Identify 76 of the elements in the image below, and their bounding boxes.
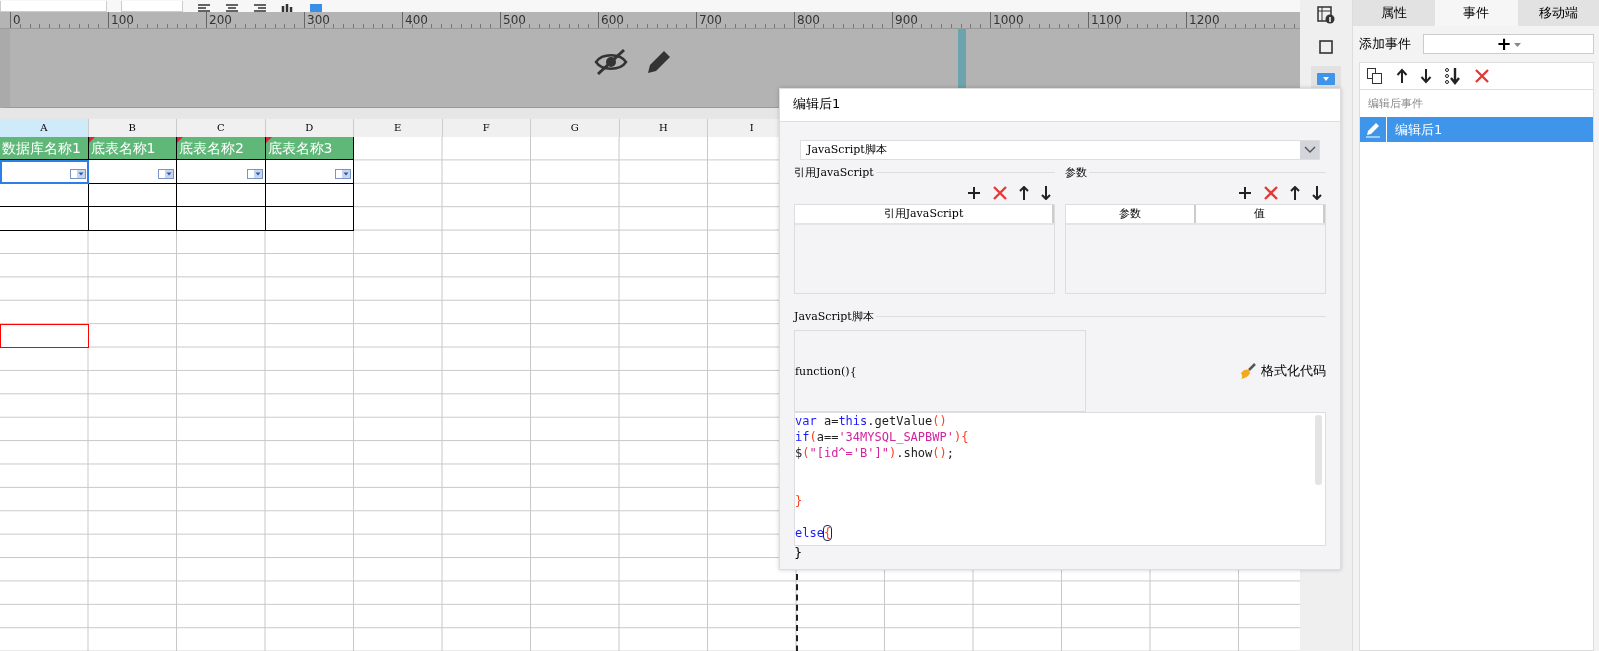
pencil-icon (1365, 121, 1381, 138)
align-left-icon[interactable] (197, 4, 211, 12)
dialog-title: 编辑后1 (780, 89, 1340, 122)
combo-cell[interactable] (88, 160, 177, 184)
section-title: 参数 (1065, 164, 1087, 180)
delete-icon[interactable] (1264, 186, 1278, 200)
align-center-icon[interactable] (225, 4, 239, 12)
add-event-button[interactable]: + (1423, 34, 1594, 54)
ruler-label: 1200 (1186, 12, 1284, 28)
align-right-icon[interactable] (253, 4, 267, 12)
down-arrow-icon[interactable] (1312, 186, 1322, 200)
code-line: var a=this.getValue() (795, 414, 947, 428)
panel-tab[interactable]: 事件 (1435, 0, 1518, 26)
column-header: 值 (1195, 205, 1325, 223)
event-group-label: 编辑后事件 (1367, 96, 1424, 112)
section-title: JavaScript脚本 (794, 308, 874, 324)
move-bottom-icon[interactable] (1444, 67, 1462, 85)
caret-icon (1513, 43, 1521, 47)
scrollbar[interactable] (1315, 415, 1322, 485)
up-arrow-icon[interactable] (1290, 186, 1300, 200)
ruler-label: 700 (696, 12, 794, 28)
code-line: if(a=='34MYSQL_SAPBWP'){ (795, 430, 969, 444)
dropdown-icon (158, 168, 174, 179)
code-line: else{ (795, 526, 832, 540)
square-icon (1317, 38, 1335, 56)
panel-tab[interactable]: 属性 (1353, 0, 1436, 26)
ruler-label: 100 (108, 12, 206, 28)
dropdown-icon (1317, 73, 1335, 85)
add-event-label: 添加事件 (1359, 35, 1411, 53)
table-cell: 底表名称2 (177, 137, 266, 161)
ruler-label: 300 (304, 12, 402, 28)
combo-cell[interactable] (265, 160, 354, 184)
up-arrow-icon[interactable] (1019, 186, 1029, 200)
code-line: } (795, 494, 803, 508)
ruler-label: 600 (598, 12, 696, 28)
ruler-label: 500 (500, 12, 598, 28)
column-header: 引用JavaScript (795, 205, 1054, 223)
delete-icon[interactable] (993, 186, 1007, 200)
table-cell: 数据库名称1 (0, 137, 89, 161)
add-icon[interactable] (1238, 186, 1252, 200)
section-title: 引用JavaScript (794, 164, 874, 180)
dropdown-icon (69, 168, 86, 179)
table-cell: 底表名称3 (265, 137, 354, 161)
combo-cell[interactable] (177, 160, 266, 184)
column-header: 参数 (1066, 205, 1196, 223)
ruler-label: 200 (206, 12, 304, 28)
broom-icon (1239, 362, 1257, 380)
function-header: function(){ (795, 364, 857, 378)
dropdown-icon (246, 168, 263, 179)
table-cell: 底表名称1 (88, 137, 177, 161)
image-icon[interactable] (309, 4, 323, 12)
chevron-down-icon (1303, 146, 1316, 154)
down-arrow-icon[interactable] (1420, 68, 1432, 84)
ruler-label: 400 (402, 12, 500, 28)
ruler-label: 800 (794, 12, 892, 28)
function-footer: } (794, 546, 1326, 560)
column-header[interactable]: A (0, 119, 89, 137)
code-editor[interactable]: var a=this.getValue() if(a=='34MYSQL_SAPBWP'){ $("[id^='B']").show(); } else{ (794, 412, 1326, 546)
table-info-icon (1317, 6, 1335, 24)
chart-icon[interactable] (281, 4, 295, 12)
hidden-eye-icon[interactable] (594, 48, 628, 76)
ruler-label: 1100 (1088, 12, 1186, 28)
up-arrow-icon[interactable] (1396, 68, 1408, 84)
panel-tab[interactable]: 移动端 (1517, 0, 1599, 26)
ruler-label: 0 (10, 12, 108, 28)
add-icon[interactable] (967, 186, 981, 200)
ruler-label: 900 (892, 12, 990, 28)
format-code-button[interactable]: 格式化代码 (1239, 362, 1326, 380)
ruler-label: 1000 (990, 12, 1088, 28)
combo-cell[interactable] (0, 160, 89, 184)
dropdown-icon (335, 168, 351, 179)
script-type-select[interactable]: JavaScript脚本 (800, 140, 1320, 160)
down-arrow-icon[interactable] (1041, 186, 1051, 200)
delete-icon[interactable] (1474, 68, 1490, 84)
code-line: $("[id^='B']").show(); (795, 446, 954, 460)
copy-icon[interactable] (1366, 67, 1384, 85)
